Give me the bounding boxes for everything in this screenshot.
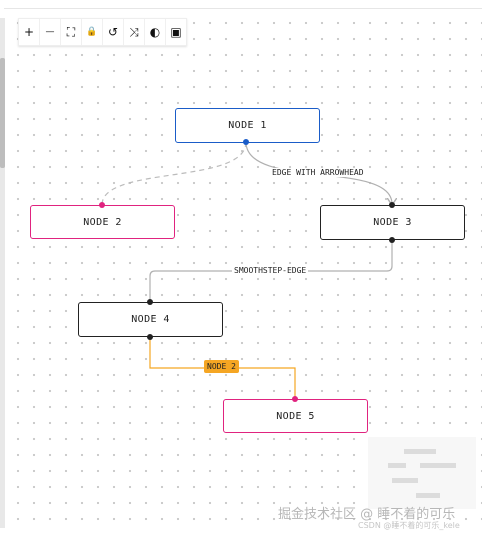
node1-source-handle[interactable] xyxy=(243,139,249,145)
node-4[interactable]: NODE 4 xyxy=(78,302,223,337)
node3-source-handle[interactable] xyxy=(389,237,395,243)
minimap[interactable] xyxy=(368,437,476,509)
node-3[interactable]: NODE 3 xyxy=(320,205,465,240)
node3-target-handle[interactable] xyxy=(389,202,395,208)
edge-label-smoothstep[interactable]: SMOOTHSTEP-EDGE xyxy=(232,266,309,275)
minimap-node xyxy=(392,478,418,483)
node4-target-handle[interactable] xyxy=(147,299,153,305)
node-label: NODE 5 xyxy=(276,410,315,422)
minimap-node xyxy=(404,449,436,454)
node-1[interactable]: NODE 1 xyxy=(175,108,320,143)
node-5[interactable]: NODE 5 xyxy=(223,399,368,433)
edge-node1-node2[interactable] xyxy=(101,141,247,206)
node-2[interactable]: NODE 2 xyxy=(30,205,175,239)
edge-label-arrowhead[interactable]: EDGE WITH ARROWHEAD xyxy=(270,168,366,177)
minimap-node xyxy=(420,463,456,468)
node2-target-handle[interactable] xyxy=(99,202,105,208)
watermark-sub: CSDN @睡不着的可乐_kele xyxy=(358,521,460,530)
node4-source-handle[interactable] xyxy=(147,334,153,340)
minimap-node xyxy=(388,463,406,468)
node-label: NODE 4 xyxy=(131,314,170,325)
flow-app: + — ⛶ 🔒 ↺ ⤨ ◐ ▣ NODE 1 NODE 2 NODE 3 NOD… xyxy=(0,0,482,535)
minimap-node xyxy=(416,493,440,498)
node-label: NODE 1 xyxy=(228,120,267,131)
node-label: NODE 3 xyxy=(373,217,412,228)
node5-target-handle[interactable] xyxy=(292,396,298,402)
node-label: NODE 2 xyxy=(83,216,122,228)
edge-label-orange[interactable]: NODE 2 xyxy=(204,360,239,373)
